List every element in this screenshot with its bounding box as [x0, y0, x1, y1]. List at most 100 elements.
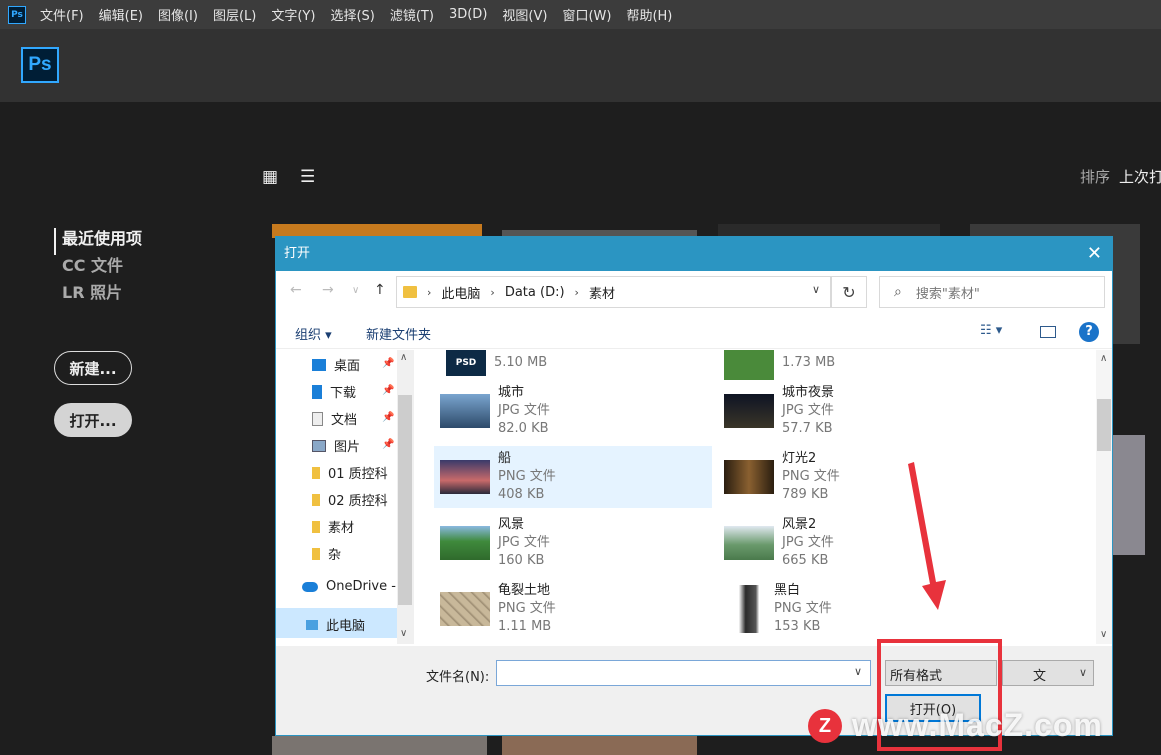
- navpane-scroll-thumb[interactable]: [398, 395, 412, 605]
- scroll-up-icon[interactable]: ∧: [1100, 353, 1107, 364]
- nav-recent[interactable]: 最近使用项: [54, 228, 142, 255]
- breadcrumb-folder[interactable]: 素材: [589, 283, 615, 302]
- chevron-right-icon[interactable]: ›: [427, 286, 431, 299]
- menu-layer[interactable]: 图层(L): [213, 5, 256, 24]
- filename-input[interactable]: [496, 660, 871, 686]
- menu-help[interactable]: 帮助(H): [626, 5, 672, 24]
- navpane-item-za[interactable]: 杂: [312, 544, 341, 563]
- navpane-item-documents[interactable]: 文档: [312, 409, 357, 428]
- navpane-item-downloads[interactable]: 下载: [312, 382, 356, 401]
- address-bar[interactable]: › 此电脑 › Data (D:) › 素材 ∨: [396, 276, 831, 308]
- photoshop-logo-icon: Ps: [8, 5, 26, 24]
- sort-dropdown[interactable]: 上次打: [1119, 166, 1161, 187]
- breadcrumb-drive[interactable]: Data (D:): [505, 285, 565, 300]
- recent-locations-icon[interactable]: ∨: [352, 285, 359, 296]
- home-nav: 最近使用项 CC 文件 LR 照片: [54, 228, 142, 309]
- home-header: Ps: [0, 29, 1161, 102]
- menu-filter[interactable]: 滤镜(T): [390, 5, 434, 24]
- pin-icon[interactable]: 📌: [382, 439, 394, 450]
- list-view-icon[interactable]: ☰: [300, 168, 318, 186]
- back-arrow-icon[interactable]: ←: [290, 282, 302, 298]
- navpane-item-folder-01[interactable]: 01 质控科: [312, 463, 388, 482]
- menu-edit[interactable]: 编辑(E): [99, 5, 143, 24]
- navigation-pane: 桌面 📌 下载 📌 文档 📌 图片 📌 01 质控科 02 质控科 素材 杂 O…: [276, 350, 414, 644]
- image-thumbnail: [440, 394, 490, 428]
- recent-thumbnail[interactable]: [1113, 435, 1145, 555]
- file-item[interactable]: 风景 JPG 文件 160 KB: [434, 512, 712, 574]
- psd-file-icon: PSD: [446, 350, 486, 376]
- recent-thumbnail[interactable]: [502, 736, 697, 755]
- nav-lr-photos[interactable]: LR 照片: [54, 282, 142, 309]
- chevron-down-icon[interactable]: ∨: [854, 665, 862, 678]
- photoshop-home-logo-icon[interactable]: Ps: [21, 47, 59, 83]
- new-button[interactable]: 新建...: [54, 351, 132, 385]
- chevron-right-icon[interactable]: ›: [575, 286, 579, 299]
- navpane-item-this-pc[interactable]: 此电脑: [306, 615, 365, 634]
- file-item[interactable]: 龟裂土地 PNG 文件 1.11 MB: [434, 578, 712, 640]
- image-thumbnail: [440, 460, 490, 494]
- organize-menu[interactable]: 组织 ▾: [295, 324, 332, 343]
- navpane-item-pictures[interactable]: 图片: [312, 436, 360, 455]
- help-icon[interactable]: ?: [1079, 322, 1099, 342]
- chevron-down-icon: ∨: [1078, 666, 1087, 679]
- nav-cc-files[interactable]: CC 文件: [54, 255, 142, 282]
- navpane-item-onedrive[interactable]: OneDrive -: [302, 579, 396, 594]
- file-type-select[interactable]: 文 ∨: [1002, 660, 1094, 686]
- image-thumbnail: [724, 526, 774, 560]
- file-item-selected[interactable]: 船 PNG 文件 408 KB: [434, 446, 712, 508]
- change-view-icon[interactable]: ☷ ▾: [980, 323, 1002, 338]
- menu-file[interactable]: 文件(F): [40, 5, 84, 24]
- download-icon: [312, 384, 322, 399]
- desktop-icon: [312, 358, 326, 371]
- chevron-down-icon[interactable]: ∨: [812, 283, 820, 296]
- chevron-right-icon[interactable]: ›: [490, 286, 494, 299]
- pictures-icon: [312, 439, 326, 452]
- breadcrumb-this-pc[interactable]: 此电脑: [441, 283, 480, 302]
- folder-icon: [312, 466, 320, 479]
- image-thumbnail: [440, 592, 490, 626]
- recent-thumbnail[interactable]: [272, 736, 487, 755]
- menu-window[interactable]: 窗口(W): [562, 5, 611, 24]
- scroll-up-icon[interactable]: ∧: [400, 352, 407, 363]
- file-item[interactable]: 风景2 JPG 文件 665 KB: [718, 512, 996, 574]
- dialog-title: 打开: [284, 246, 311, 261]
- menu-view[interactable]: 视图(V): [502, 5, 547, 24]
- files-scrollbar[interactable]: [1096, 350, 1112, 644]
- file-item[interactable]: 黑白 PNG 文件 153 KB: [718, 578, 996, 640]
- up-arrow-icon[interactable]: ↑: [374, 282, 386, 298]
- open-button[interactable]: 打开...: [54, 403, 132, 437]
- files-scroll-thumb[interactable]: [1097, 399, 1111, 451]
- menu-type[interactable]: 文字(Y): [271, 5, 315, 24]
- computer-icon: [306, 619, 318, 630]
- filename-label: 文件名(N):: [426, 670, 490, 685]
- folder-icon: [312, 493, 320, 506]
- new-folder-button[interactable]: 新建文件夹: [366, 324, 431, 343]
- pin-icon[interactable]: 📌: [382, 412, 394, 423]
- navpane-item-folder-02[interactable]: 02 质控科: [312, 490, 388, 509]
- search-input[interactable]: ⌕ 搜索"素材": [879, 276, 1105, 308]
- pin-icon[interactable]: 📌: [382, 358, 394, 369]
- navpane-item-desktop[interactable]: 桌面: [312, 355, 360, 374]
- menu-select[interactable]: 选择(S): [330, 5, 374, 24]
- scroll-down-icon[interactable]: ∨: [400, 628, 407, 639]
- watermark: Z www.MacZ.com: [808, 707, 1103, 744]
- close-icon[interactable]: ✕: [1087, 237, 1102, 271]
- file-item[interactable]: 灯光2 PNG 文件 789 KB: [718, 446, 996, 508]
- dialog-titlebar: 打开 ✕: [276, 237, 1112, 271]
- pin-icon[interactable]: 📌: [382, 385, 394, 396]
- forward-arrow-icon[interactable]: →: [322, 282, 334, 298]
- navpane-item-sucai[interactable]: 素材: [312, 517, 354, 536]
- watermark-logo-icon: Z: [808, 708, 842, 743]
- refresh-button[interactable]: ↻: [831, 276, 867, 308]
- menu-image[interactable]: 图像(I): [158, 5, 198, 24]
- image-thumbnail: [440, 526, 490, 560]
- cloud-icon: [302, 581, 318, 592]
- grid-view-icon[interactable]: ▦: [262, 168, 280, 186]
- scroll-down-icon[interactable]: ∨: [1100, 629, 1107, 640]
- dialog-toolbar: 组织 ▾ 新建文件夹 ☷ ▾ ?: [276, 315, 1112, 349]
- refresh-icon: ↻: [842, 282, 856, 302]
- file-item[interactable]: 城市夜景 JPG 文件 57.7 KB: [718, 380, 996, 442]
- preview-pane-icon[interactable]: [1040, 326, 1056, 338]
- file-item[interactable]: 城市 JPG 文件 82.0 KB: [434, 380, 712, 442]
- menu-3d[interactable]: 3D(D): [449, 7, 487, 22]
